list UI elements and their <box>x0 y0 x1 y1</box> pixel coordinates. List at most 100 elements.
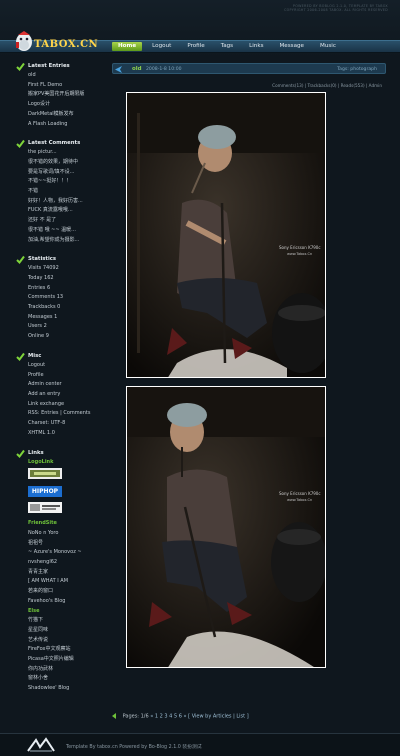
friend-link[interactable]: [ AM WHAT I AM <box>14 577 114 587</box>
elderly-man-photo-1: Sony Ericsson K790c www.Tabox.Cn <box>127 93 325 377</box>
comment-link[interactable]: 要是写歌词/填不设... <box>14 168 114 178</box>
entry-link[interactable]: old <box>14 71 114 81</box>
elderly-man-photo-2: Sony Ericsson K790c www.Tabox.Cn <box>127 387 325 667</box>
section-heading: Statistics <box>14 255 114 265</box>
comment-link[interactable]: 很不错的效果，期待中 <box>14 158 114 168</box>
nav-tags[interactable]: Tags <box>215 42 239 51</box>
misc-link[interactable]: Profile <box>14 371 114 381</box>
else-link[interactable]: 竹猫下 <box>14 616 114 626</box>
else-link[interactable]: 星星同味 <box>14 626 114 636</box>
section-heading: Misc <box>14 352 114 361</box>
section-title: Links <box>28 449 44 456</box>
photo-watermark: Sony Ericsson K790c <box>279 491 321 496</box>
section-heading: Latest Comments <box>14 139 114 149</box>
else-link[interactable]: 艺术传说 <box>14 636 114 646</box>
post-title[interactable]: old <box>132 66 142 72</box>
pin-icon <box>115 66 122 73</box>
friend-link[interactable]: ~ Azure's Monovoz ~ <box>14 548 114 558</box>
misc-link[interactable]: Admin center <box>14 380 114 390</box>
entry-link[interactable]: A Flash Loading <box>14 120 114 130</box>
stat-item: Today 162 <box>28 274 54 281</box>
nav-home[interactable]: Home <box>112 42 143 51</box>
banner-link-1[interactable] <box>28 468 62 480</box>
comment-link[interactable]: the pictur... <box>14 148 114 158</box>
post-header: old 2008-1-8 10:00 Tags: photograph <box>112 63 386 74</box>
nav-message[interactable]: Message <box>273 42 310 51</box>
comment-link[interactable]: 不错~~挺好！！！ <box>14 177 114 187</box>
else-link[interactable]: FireFox中文观察站 <box>14 645 114 655</box>
section-title: Latest Entries <box>28 63 70 69</box>
post-meta[interactable]: Comments(13) | Trackbacks(0) | Reads(553… <box>112 83 382 88</box>
banner-link-3[interactable] <box>28 502 62 514</box>
banner-link-hiphop[interactable]: HIPHOP <box>28 486 62 498</box>
page: POWERED BY BOBLOG 2.1.0, TEMPLATE BY TAB… <box>0 0 400 756</box>
comment-link[interactable]: 好好！人物，我好历害... <box>14 197 114 207</box>
nav-links[interactable]: Links <box>243 42 269 51</box>
rights-note: COPYRIGHT 2006-2008 TABOX. ALL RIGHTS RE… <box>284 8 388 12</box>
post-tags[interactable]: Tags: photograph <box>337 67 377 72</box>
stat-item: Trackbacks 0 <box>28 304 61 311</box>
section-heading: Latest Entries <box>14 62 114 71</box>
friend-link[interactable]: 祖祖号 <box>14 539 114 549</box>
misc-link[interactable]: RSS: Entries | Comments <box>14 409 114 419</box>
comment-link[interactable]: FUCK 真流露哦哦... <box>14 206 114 216</box>
statistics-section: Statistics Visits 74092 Today 162 Entrie… <box>14 255 114 342</box>
checkmark-icon <box>16 449 25 458</box>
photo-watermark-sub: www.Tabox.Cn <box>287 252 312 256</box>
view-mode-links[interactable]: [ View by Articles | List ] <box>188 714 249 720</box>
comment-link[interactable]: 很不错 哦 ~~ 温暖... <box>14 226 114 236</box>
misc-link[interactable]: Logout <box>14 361 114 371</box>
entry-link[interactable]: Logo设计 <box>14 100 114 110</box>
main-nav: Home Logout Profile Tags Links Message M… <box>112 42 346 52</box>
entry-link[interactable]: DarkMetal模板发布 <box>14 110 114 120</box>
links-section: Links LogoLink HIPHOP FriendSite NoNo n … <box>14 449 114 694</box>
photo-watermark: Sony Ericsson K790c <box>279 245 321 250</box>
misc-link[interactable]: Link exchange <box>14 400 114 410</box>
header: POWERED BY BOBLOG 2.1.0, TEMPLATE BY TAB… <box>0 0 400 58</box>
entry-link[interactable]: 搬家PV美国花开后期限版 <box>14 90 114 100</box>
misc-link[interactable]: XHTML 1.0 <box>14 429 114 439</box>
post-photo: Sony Ericsson K790c www.Tabox.Cn <box>126 92 326 378</box>
section-title: Statistics <box>28 256 57 263</box>
else-link[interactable]: 你内功武林 <box>14 665 114 675</box>
pagination: Pages: 1/6 « 1 2 3 4 5 6 » [ View by Art… <box>112 713 382 720</box>
nav-logout[interactable]: Logout <box>146 42 177 51</box>
site-logo[interactable]: TABOX.CN <box>12 30 102 54</box>
comment-link[interactable]: 不错 <box>14 187 114 197</box>
photo-watermark-sub: www.Tabox.Cn <box>287 498 312 502</box>
stat-item: Comments 13 <box>28 294 64 301</box>
misc-link[interactable]: Add an entry <box>14 390 114 400</box>
else-link[interactable]: Shadowlee' Blog <box>14 684 114 694</box>
else-link[interactable]: 窗林小舍 <box>14 674 114 684</box>
friend-link[interactable]: Favehoo's Blog <box>14 597 114 607</box>
stat-item: Visits 74092 <box>28 265 59 272</box>
latest-comments-section: Latest Comments the pictur... 很不错的效果，期待中… <box>14 139 114 245</box>
page-links[interactable]: « 1 2 3 4 5 6 » <box>150 714 186 720</box>
friendsite-heading: FriendSite <box>28 520 57 527</box>
friend-link[interactable]: nvshengl62 <box>14 558 114 568</box>
misc-section: Misc Logout Profile Admin center Add an … <box>14 352 114 439</box>
footer-logo-icon <box>27 737 55 752</box>
friend-link[interactable]: 若来的窗口 <box>14 587 114 597</box>
friend-link[interactable]: NoNo n Yoro <box>14 529 114 539</box>
nav-profile[interactable]: Profile <box>181 42 210 51</box>
comment-link[interactable]: 还好 不 是了 <box>14 216 114 226</box>
section-title: Misc <box>28 352 42 359</box>
checkmark-icon <box>16 256 25 265</box>
footer-text: Template By tabox.cn Powered by Bo-Blog … <box>66 745 202 750</box>
section-title: Latest Comments <box>28 140 81 147</box>
banner-label: HIPHOP <box>31 488 59 496</box>
stat-item: Users 2 <box>28 323 47 330</box>
site-name: TABOX.CN <box>34 39 99 50</box>
latest-entries-section: Latest Entries old First FL Demo 搬家PV美国花… <box>14 62 114 129</box>
comment-link[interactable]: 加油,希望你成为摄影... <box>14 236 114 246</box>
entry-link[interactable]: First FL Demo <box>14 81 114 91</box>
pages-icon <box>112 713 116 719</box>
else-link[interactable]: Picasa中文照片编辑 <box>14 655 114 665</box>
checkmark-icon <box>16 352 25 361</box>
stat-item: Entries 6 <box>28 284 51 291</box>
else-heading: Else <box>28 607 40 614</box>
nav-music[interactable]: Music <box>314 42 342 51</box>
friend-link[interactable]: 青青主家 <box>14 568 114 578</box>
logolink-heading: LogoLink <box>28 458 54 465</box>
